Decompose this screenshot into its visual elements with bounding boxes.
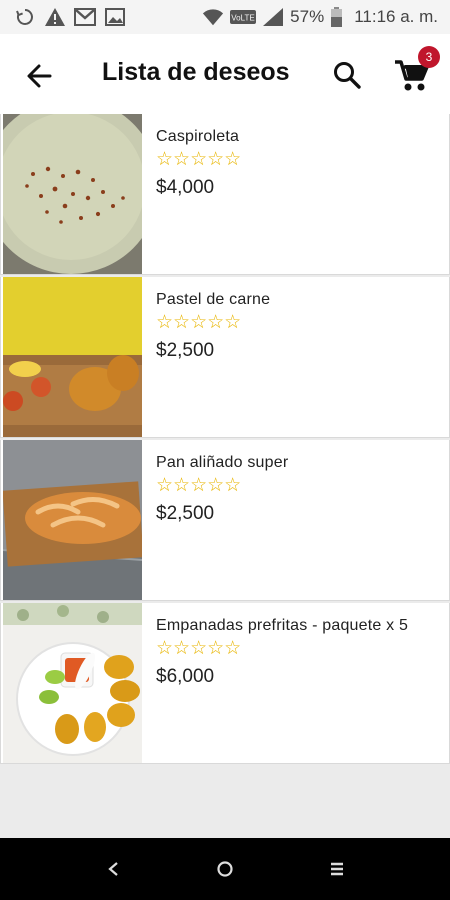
star-rating[interactable]: ☆☆☆☆☆ bbox=[156, 476, 288, 496]
arrow-left-icon bbox=[27, 64, 52, 88]
battery-icon bbox=[330, 6, 342, 28]
system-nav-bar bbox=[0, 838, 450, 900]
product-price: $2,500 bbox=[156, 340, 215, 361]
nav-recents-icon bbox=[331, 862, 343, 876]
nav-home-button[interactable] bbox=[210, 854, 240, 884]
star-rating[interactable]: ☆☆☆☆☆ bbox=[156, 150, 241, 170]
product-info: Empanadas prefritas - paquete x 5 ☆☆☆☆☆ … bbox=[156, 617, 408, 688]
gmail-icon bbox=[74, 6, 96, 28]
list-item[interactable]: Pastel de carne ☆☆☆☆☆ $2,500 bbox=[0, 277, 450, 438]
warning-icon bbox=[44, 6, 66, 28]
volte-label: VoLTE bbox=[231, 14, 254, 23]
search-icon bbox=[334, 62, 361, 89]
status-bar: VoLTE 57% 11:16 a. m. bbox=[0, 0, 450, 34]
product-image bbox=[3, 114, 142, 274]
page-title: Lista de deseos bbox=[102, 58, 290, 86]
product-info: Pastel de carne ☆☆☆☆☆ $2,500 bbox=[156, 291, 270, 362]
nav-home-icon bbox=[217, 861, 233, 877]
product-name: Caspiroleta bbox=[156, 128, 240, 145]
product-stars: ☆☆☆☆☆ bbox=[156, 312, 242, 333]
battery-percent: 57% bbox=[290, 7, 325, 26]
signal-icon bbox=[262, 6, 284, 28]
product-price: $4,000 bbox=[156, 177, 215, 198]
nav-back-icon bbox=[108, 862, 118, 876]
product-image bbox=[3, 603, 142, 763]
list-item[interactable]: Empanadas prefritas - paquete x 5 ☆☆☆☆☆ … bbox=[0, 603, 450, 764]
cart-count-badge: 3 bbox=[418, 46, 440, 68]
search-button[interactable] bbox=[330, 58, 364, 92]
product-stars: ☆☆☆☆☆ bbox=[156, 149, 242, 170]
clock: 11:16 a. m. bbox=[354, 7, 438, 26]
nav-back-button[interactable] bbox=[98, 854, 128, 884]
list-item[interactable]: Pan aliñado super ☆☆☆☆☆ $2,500 bbox=[0, 440, 450, 601]
wishlist: Caspiroleta ☆☆☆☆☆ $4,000 Pastel de carne bbox=[0, 114, 450, 766]
product-stars: ☆☆☆☆☆ bbox=[156, 475, 242, 496]
star-rating[interactable]: ☆☆☆☆☆ bbox=[156, 313, 270, 333]
product-image bbox=[3, 440, 142, 600]
product-image bbox=[3, 277, 142, 437]
star-rating[interactable]: ☆☆☆☆☆ bbox=[156, 639, 408, 659]
product-info: Pan aliñado super ☆☆☆☆☆ $2,500 bbox=[156, 454, 288, 525]
product-name: Empanadas prefritas - paquete x 5 bbox=[156, 617, 409, 634]
product-stars: ☆☆☆☆☆ bbox=[156, 638, 242, 659]
volte-icon: VoLTE bbox=[230, 6, 257, 28]
image-icon bbox=[104, 6, 126, 28]
product-info: Caspiroleta ☆☆☆☆☆ $4,000 bbox=[156, 128, 241, 199]
app-bar: Lista de deseos 3 bbox=[0, 34, 450, 115]
list-item[interactable]: Caspiroleta ☆☆☆☆☆ $4,000 bbox=[0, 114, 450, 275]
sync-icon bbox=[14, 6, 36, 28]
product-price: $2,500 bbox=[156, 503, 215, 524]
product-price: $6,000 bbox=[156, 666, 215, 687]
nav-recents-button[interactable] bbox=[322, 854, 352, 884]
back-button[interactable] bbox=[22, 58, 58, 94]
product-name: Pan aliñado super bbox=[156, 454, 289, 471]
product-name: Pastel de carne bbox=[156, 291, 271, 308]
wifi-icon bbox=[202, 6, 224, 28]
